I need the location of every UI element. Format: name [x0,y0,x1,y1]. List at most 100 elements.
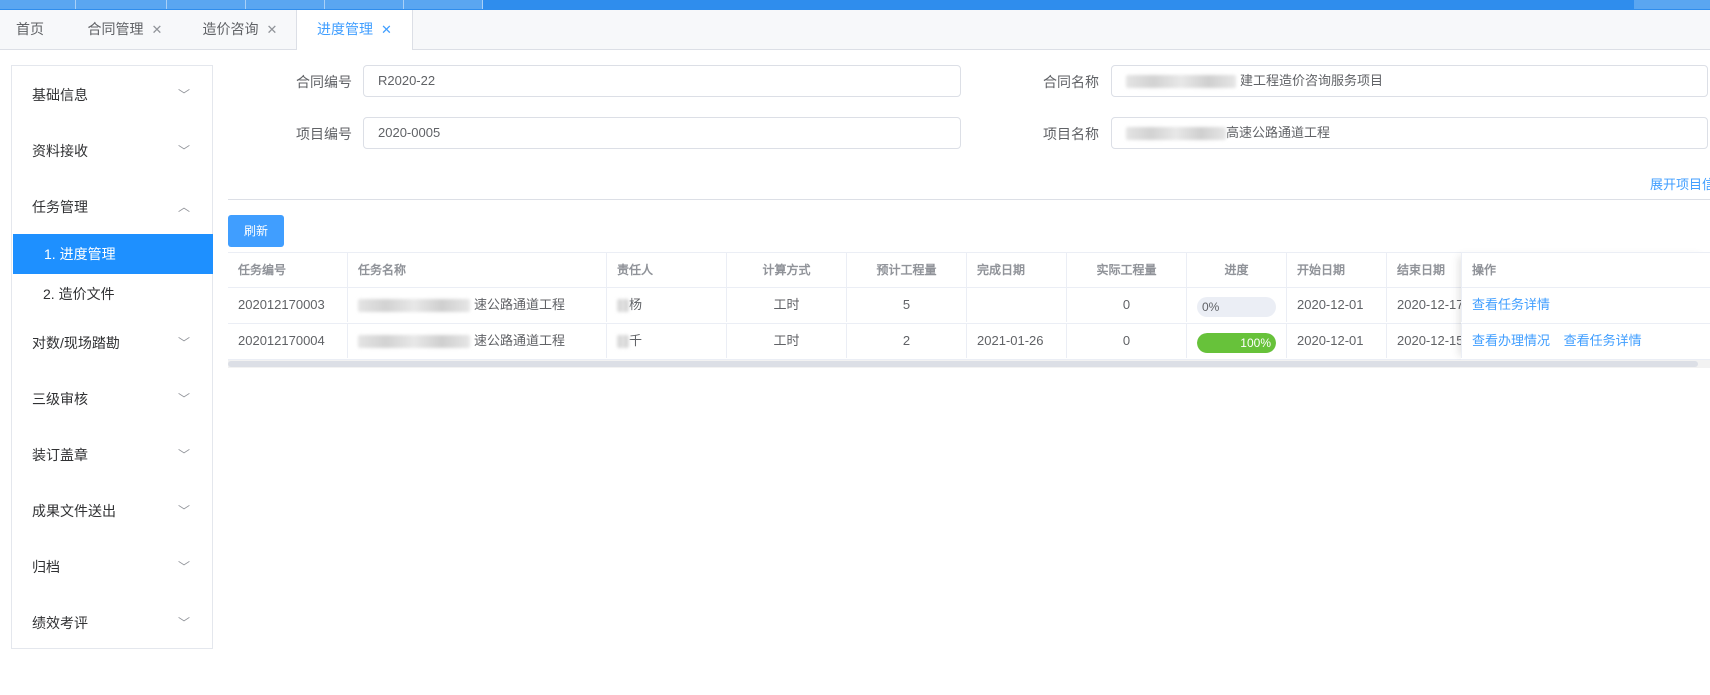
start-date-cell: 2020-12-01 [1287,324,1387,358]
sidebar-item-label: 装订盖章 [32,447,88,463]
view-task-details-link[interactable]: 查看任务详情 [1564,333,1642,348]
expand-project-info-link[interactable]: 展开项目信 [1650,174,1710,193]
task-name-value: 速公路通道工程 [474,297,566,312]
task-no-cell: 202012170004 [228,324,348,358]
sidebar-item-basic-info[interactable]: 基础信息 ﹀ [12,67,212,123]
view-task-details-link[interactable]: 查看任务详情 [1472,297,1550,312]
chevron-down-icon: ﹀ [177,616,190,630]
column-header[interactable]: 任务编号 [228,253,348,287]
project-no-label: 项目编号 [296,126,352,142]
progress-bar: 0% [1197,297,1276,317]
tab-progress-management[interactable]: 进度管理 ✕ [296,10,413,50]
chevron-down-icon: ﹀ [177,560,190,574]
sidebar-item-data-receipt[interactable]: 资料接收 ﹀ [12,123,212,179]
redacted-text [1126,75,1236,89]
sidebar-item-label: 基础信息 [32,87,88,103]
sidebar-item-deliverables-sent[interactable]: 成果文件送出 ﹀ [12,483,212,539]
top-strip-segment [76,0,167,9]
progress-cell: 100% [1187,324,1287,358]
sidebar-item-label: 任务管理 [32,199,88,215]
progress-label: 100% [1240,336,1271,350]
project-no-field[interactable]: 2020-0005 [363,117,961,149]
project-name-field[interactable]: 高速公路通道工程 [1111,117,1708,149]
progress-cell: 0% [1187,288,1287,322]
contract-name-label: 合同名称 [1043,74,1099,90]
actual-qty-cell: 0 [1067,324,1187,358]
task-name-cell: 速公路通道工程 [348,324,607,358]
column-header[interactable]: 实际工程量 [1067,253,1187,287]
sidebar-subitem-cost-files[interactable]: 2. 造价文件 [12,274,212,314]
tab-home[interactable]: 首页 [0,10,60,49]
table-header-row: 任务编号 任务名称 责任人 计算方式 预计工程量 完成日期 实际工程量 进度 开… [228,252,1710,288]
sidebar-item-label: 资料接收 [32,143,88,159]
column-header[interactable]: 计算方式 [727,253,847,287]
column-header[interactable]: 操作 [1461,253,1710,287]
project-no-value: 2020-0005 [378,125,441,140]
close-icon[interactable]: ✕ [267,22,278,37]
tab-bar: 首页 合同管理 ✕ 造价咨询 ✕ 进度管理 ✕ [0,10,1710,50]
contract-no-value: R2020-22 [378,73,436,88]
tab-contract-management[interactable]: 合同管理 ✕ [72,10,178,49]
sidebar-item-performance[interactable]: 绩效考评 ﹀ [12,595,212,651]
sidebar-subitem-label: 1. 进度管理 [44,246,116,262]
column-header[interactable]: 任务名称 [348,253,607,287]
tab-cost-consulting[interactable]: 造价咨询 ✕ [190,10,290,49]
sidebar-item-label: 绩效考评 [32,615,88,631]
task-table: 任务编号 任务名称 责任人 计算方式 预计工程量 完成日期 实际工程量 进度 开… [228,252,1710,368]
view-handling-status-link[interactable]: 查看办理情况 [1472,333,1550,348]
sidebar-menu: 基础信息 ﹀ 资料接收 ﹀ 任务管理 ︿ 1. 进度管理 2. 造价文件 对数/… [11,65,213,649]
divider [228,199,1710,200]
est-qty-cell: 5 [847,288,967,322]
horizontal-scrollbar-thumb[interactable] [228,361,1698,367]
column-header[interactable]: 完成日期 [967,253,1067,287]
redacted-text [617,299,629,313]
owner-value: 千 [629,333,643,348]
end-date-cell: 2020-12-15 [1397,333,1461,348]
column-header[interactable]: 预计工程量 [847,253,967,287]
chevron-down-icon: ﹀ [177,336,190,350]
top-strip-segment [246,0,325,9]
progress-label: 0% [1202,300,1220,314]
project-name-value: 高速公路通道工程 [1226,125,1331,140]
tab-label: 合同管理 [87,21,144,37]
actual-qty-cell: 0 [1067,288,1187,322]
owner-cell: 杨 [607,288,727,322]
redacted-text [358,299,470,313]
close-icon[interactable]: ✕ [381,22,392,37]
redacted-text [617,335,629,349]
top-strip-segment [167,0,246,9]
chevron-down-icon: ﹀ [177,448,190,462]
calc-method-cell: 工时 [727,288,847,322]
start-date-cell: 2020-12-01 [1287,288,1387,322]
top-header-strip [0,0,1710,10]
sidebar-item-binding-seal[interactable]: 装订盖章 ﹀ [12,427,212,483]
progress-bar: 100% [1197,333,1276,353]
refresh-button[interactable]: 刷新 [228,215,284,247]
sidebar-item-three-level-review[interactable]: 三级审核 ﹀ [12,371,212,427]
task-no-cell: 202012170003 [228,288,348,322]
contract-name-field[interactable]: 建工程造价咨询服务项目 [1111,65,1708,97]
sidebar-item-site-survey[interactable]: 对数/现场踏勘 ﹀ [12,315,212,371]
sidebar-item-label: 成果文件送出 [32,503,116,519]
sidebar-item-archive[interactable]: 归档 ﹀ [12,539,212,595]
column-header[interactable]: 责任人 [607,253,727,287]
column-header[interactable]: 开始日期 [1287,253,1387,287]
sidebar-item-label: 归档 [32,559,60,575]
contract-no-field[interactable]: R2020-22 [363,65,961,97]
chevron-up-icon: ︿ [177,200,190,214]
end-date-cell: 2020-12-17 [1397,297,1461,312]
contract-name-value: 建工程造价咨询服务项目 [1240,73,1384,88]
column-header[interactable]: 结束日期 [1387,253,1461,287]
contract-no-label: 合同编号 [296,74,352,90]
chevron-down-icon: ﹀ [177,144,190,158]
table-row: 202012170004 速公路通道工程 千 工时 2 2021-01-26 0… [228,324,1710,360]
sidebar-subitem-progress-management[interactable]: 1. 进度管理 [13,234,213,274]
owner-value: 杨 [629,297,643,312]
column-header[interactable]: 进度 [1187,253,1287,287]
chevron-down-icon: ﹀ [177,504,190,518]
tab-label: 进度管理 [317,21,374,37]
sidebar-item-task-management[interactable]: 任务管理 ︿ [12,179,212,235]
chevron-down-icon: ﹀ [177,392,190,406]
close-icon[interactable]: ✕ [152,22,163,37]
top-strip-segment [0,0,76,9]
